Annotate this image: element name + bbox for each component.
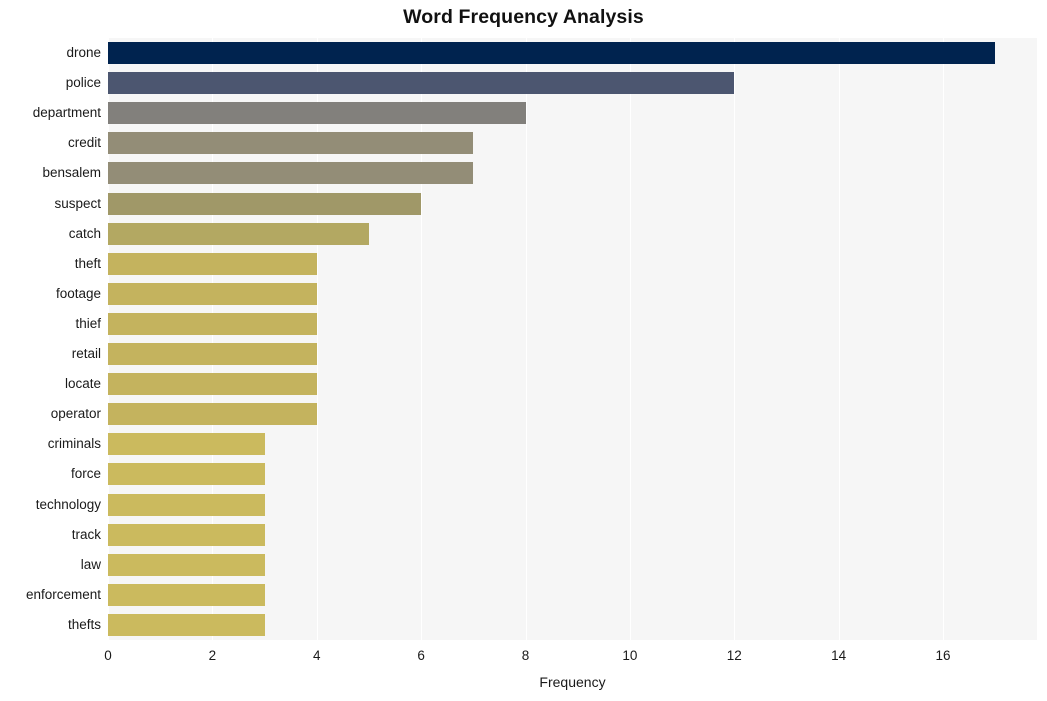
x-tick-label: 0 — [104, 648, 112, 663]
word-frequency-chart: Word Frequency Analysis drone police depar… — [0, 0, 1047, 701]
y-axis-label: police — [65, 75, 101, 91]
bar — [108, 222, 369, 245]
bar — [108, 613, 265, 636]
bar — [108, 282, 317, 305]
y-axis-label: credit — [67, 135, 101, 151]
y-axis-label: law — [80, 556, 101, 572]
x-tick-label: 2 — [208, 648, 217, 663]
bar — [108, 553, 265, 576]
x-tick-label: 12 — [726, 648, 742, 663]
y-axis-label: locate — [64, 376, 101, 392]
y-axis-label: criminals — [47, 436, 101, 452]
bars-layer — [108, 38, 1037, 640]
bar — [108, 403, 317, 426]
chart-title: Word Frequency Analysis — [403, 6, 644, 28]
y-axis-label: footage — [55, 285, 101, 301]
y-axis-label: operator — [50, 406, 101, 422]
y-axis-label: retail — [71, 346, 101, 362]
x-tick-label: 14 — [831, 648, 847, 663]
bar — [108, 192, 422, 215]
x-axis-title: Frequency — [539, 674, 606, 690]
bar — [108, 373, 317, 396]
y-axis-label: catch — [68, 225, 101, 241]
x-tick-label: 4 — [312, 648, 321, 663]
bar — [108, 463, 265, 486]
y-axis-label: thief — [75, 315, 101, 331]
x-tick-label: 8 — [521, 648, 530, 663]
y-axis-label: bensalem — [42, 165, 101, 181]
y-axis-label: department — [32, 105, 101, 121]
y-axis-label: enforcement — [25, 586, 101, 602]
y-axis-label: force — [70, 466, 101, 482]
bar — [108, 72, 735, 95]
y-axis-label: suspect — [54, 195, 101, 211]
x-tick-label: 6 — [417, 648, 425, 663]
y-axis-label: track — [71, 526, 101, 542]
plot-area — [108, 38, 1037, 640]
y-axis-label: drone — [66, 45, 101, 61]
bar — [108, 312, 317, 335]
bar — [108, 493, 265, 516]
bar — [108, 162, 474, 185]
bar — [108, 252, 317, 275]
x-tick-label: 10 — [622, 648, 638, 663]
bar — [108, 523, 265, 546]
bar — [108, 102, 526, 125]
x-tick-label: 16 — [935, 648, 951, 663]
y-axis-label: technology — [35, 496, 101, 512]
bar — [108, 132, 474, 155]
y-axis-label: thefts — [67, 616, 101, 632]
bar — [108, 343, 317, 366]
y-axis-label: theft — [74, 255, 101, 271]
bar — [108, 433, 265, 456]
bar — [108, 583, 265, 606]
bar — [108, 42, 996, 65]
y-axis-category-labels: drone police department credit bensalem suspe… — [0, 38, 101, 640]
